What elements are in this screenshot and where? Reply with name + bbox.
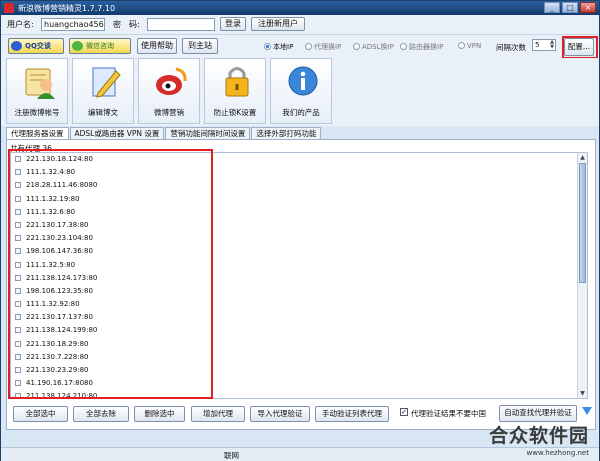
config-highlight-box xyxy=(562,36,598,59)
site-watermark: 合众软件园 www.hezhong.net xyxy=(489,421,589,457)
info-icon xyxy=(288,66,318,96)
delete-selected-button[interactable]: 删除选中 xyxy=(134,406,185,422)
tile-weibo-marketing[interactable]: 微博营销 xyxy=(138,58,200,124)
radio-vpn-label: VPN xyxy=(467,42,482,50)
tile-weibo-marketing-label: 微博营销 xyxy=(154,108,184,117)
watermark-title: 合众软件园 xyxy=(488,425,589,447)
manual-verify-button[interactable]: 手动验证列表代理 xyxy=(315,406,389,422)
auto-find-proxy-button[interactable]: 自动查找代理并验证 xyxy=(499,405,577,422)
radio-proxy-ip[interactable]: 代理换IP xyxy=(305,42,341,52)
go-home-button[interactable]: 到主站 xyxy=(182,38,218,54)
weibo-marketing-icon xyxy=(156,67,187,95)
scrollbar-thumb[interactable] xyxy=(579,163,586,283)
edit-post-icon xyxy=(92,67,121,98)
radio-adsl-ip-label: ADSL换IP xyxy=(362,43,394,51)
tile-edit-post[interactable]: 编辑博文 xyxy=(72,58,134,124)
window-controls: _ □ × xyxy=(544,2,596,13)
import-verify-button[interactable]: 导入代理验证 xyxy=(250,406,310,422)
interval-spinner[interactable]: 5 ▲ ▼ xyxy=(532,39,556,51)
window-title: 新浪微博营销精灵1.7.7.10 xyxy=(18,4,116,13)
tile-anti-lock-settings[interactable]: 防止锁K设置 xyxy=(204,58,266,124)
register-user-button[interactable]: 注册新用户 xyxy=(251,17,305,31)
proxy-list-scrollbar[interactable]: ▲ ▼ xyxy=(577,153,587,398)
watermark-url: www.hezhong.net xyxy=(526,449,590,457)
select-all-button[interactable]: 全部选中 xyxy=(13,406,68,422)
feature-tile-bar: 注册微博帐号 编辑博文 微博营销 防止锁K设置 我们的产品 xyxy=(1,58,599,126)
wechat-icon xyxy=(72,41,83,51)
wechat-consult-button[interactable]: 微信咨询 xyxy=(69,38,131,54)
maximize-button[interactable]: □ xyxy=(562,2,578,13)
interval-label: 间隔次数 xyxy=(496,43,526,52)
radio-proxy-ip-label: 代理换IP xyxy=(314,43,342,51)
radio-vpn[interactable]: VPN xyxy=(458,42,481,50)
lock-icon xyxy=(225,67,249,97)
tile-register-account[interactable]: 注册微博帐号 xyxy=(6,58,68,124)
weibo-app-icon xyxy=(4,3,14,13)
remove-all-button[interactable]: 全部去除 xyxy=(73,406,129,422)
qq-penguin-icon xyxy=(11,41,22,51)
qq-chat-label: QQ交谈 xyxy=(25,42,51,50)
add-proxy-button[interactable]: 增加代理 xyxy=(191,406,245,422)
spinner-arrows-icon: ▲ ▼ xyxy=(550,39,554,50)
radio-dot xyxy=(400,43,407,50)
tile-our-products[interactable]: 我们的产品 xyxy=(270,58,332,124)
radio-dot xyxy=(264,43,271,50)
login-row: 用户名: huangchao456 密 码: 登录 注册新用户 xyxy=(1,15,599,34)
radio-router-ip-label: 路由器换IP xyxy=(409,43,444,51)
register-account-icon xyxy=(25,68,55,99)
help-button[interactable]: 使用帮助 xyxy=(137,38,177,54)
title-bar[interactable]: 新浪微博营销精灵1.7.7.10 _ □ × xyxy=(1,1,599,15)
username-label: 用户名: xyxy=(7,20,34,29)
tile-edit-post-label: 编辑博文 xyxy=(88,108,118,117)
username-input[interactable]: huangchao456 xyxy=(41,18,105,31)
radio-router-ip[interactable]: 路由器换IP xyxy=(400,42,443,52)
minimize-button[interactable]: _ xyxy=(544,2,560,13)
tile-register-account-label: 注册微博帐号 xyxy=(14,108,60,117)
scroll-down-icon[interactable]: ▼ xyxy=(578,389,587,398)
tile-our-products-label: 我们的产品 xyxy=(282,108,320,117)
tab-adsl-router-vpn[interactable]: ADSL或路由器 VPN 设置 xyxy=(69,127,165,139)
network-status: 联网 xyxy=(224,451,239,460)
tab-external-captcha[interactable]: 选择外部打码功能 xyxy=(251,127,322,139)
settings-tabs: 代理服务器设置 ADSL或路由器 VPN 设置 营销功能间隔时间设置 选择外部打… xyxy=(6,127,322,139)
tab-marketing-interval[interactable]: 营销功能间隔时间设置 xyxy=(165,127,251,139)
qq-chat-button[interactable]: QQ交谈 xyxy=(8,38,64,54)
password-input[interactable] xyxy=(147,18,215,31)
interval-value: 5 xyxy=(535,41,540,49)
login-button[interactable]: 登录 xyxy=(220,17,246,31)
wechat-consult-label: 微信咨询 xyxy=(86,42,114,50)
scroll-up-icon[interactable]: ▲ xyxy=(578,153,587,162)
radio-adsl-ip[interactable]: ADSL换IP xyxy=(353,42,394,52)
radio-local-ip[interactable]: 本地IP xyxy=(264,42,293,52)
radio-dot xyxy=(458,42,465,49)
close-button[interactable]: × xyxy=(580,2,596,13)
exclude-china-checkbox[interactable]: ✓ xyxy=(400,408,408,416)
exclude-china-label: 代理验证结果不要中国 xyxy=(411,409,486,418)
password-label: 密 码: xyxy=(113,20,140,29)
radio-local-ip-label: 本地IP xyxy=(273,43,294,51)
tile-anti-lock-settings-label: 防止锁K设置 xyxy=(213,108,257,117)
app-window: 新浪微博营销精灵1.7.7.10 _ □ × 用户名: huangchao456… xyxy=(0,0,600,461)
tab-proxy-server[interactable]: 代理服务器设置 xyxy=(6,127,69,139)
dropdown-arrow-icon[interactable] xyxy=(582,407,592,415)
radio-dot xyxy=(353,43,360,50)
proxy-list-highlight-box xyxy=(8,149,213,399)
radio-dot xyxy=(305,43,312,50)
